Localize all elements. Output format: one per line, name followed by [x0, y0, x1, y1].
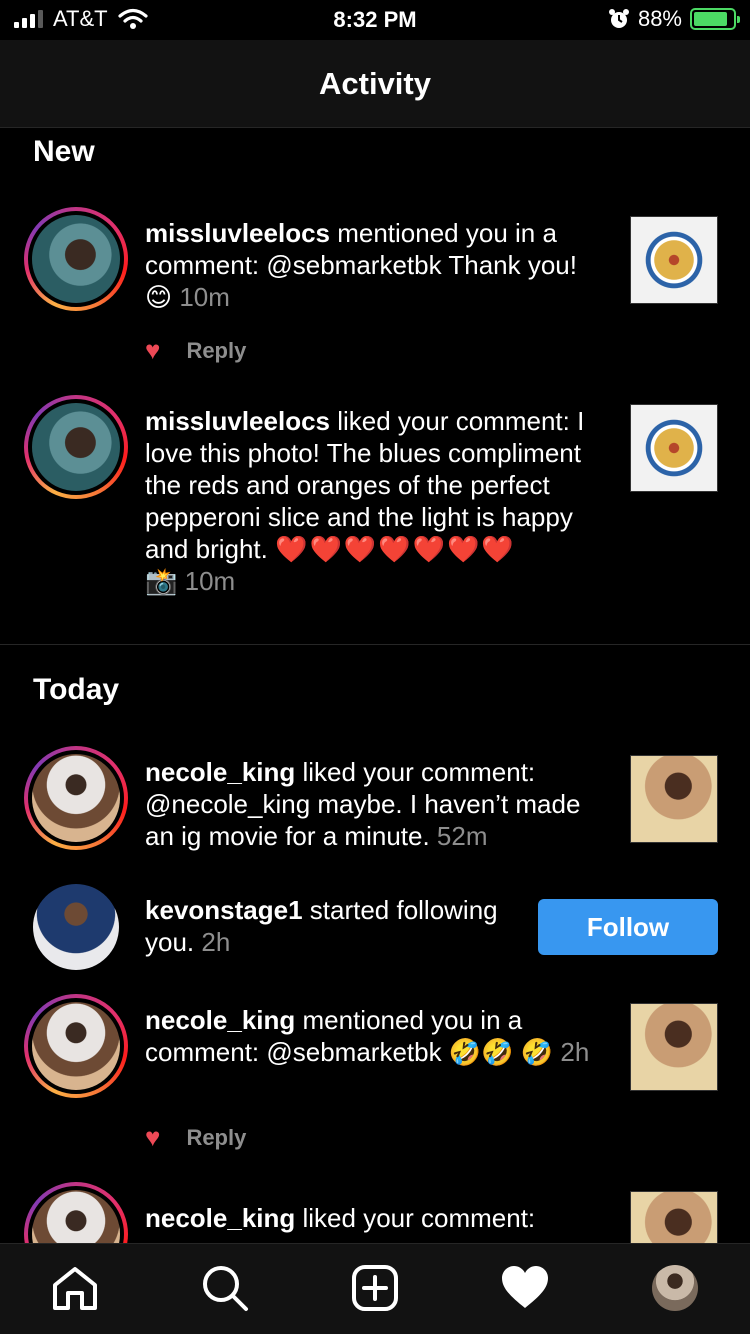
activity-feed[interactable]: New missluvleelocs mentioned you in a co… [0, 129, 750, 1243]
timestamp: 10m [184, 566, 236, 596]
reply-row: ♥ Reply [145, 1122, 246, 1153]
status-right: 88% [608, 6, 740, 32]
hearts-emoji: ❤️❤️❤️❤️❤️❤️❤️ [275, 534, 516, 564]
activity-text: necole_king liked your comment: @necole_… [145, 757, 581, 851]
reply-button[interactable]: Reply [186, 338, 246, 364]
username[interactable]: necole_king [145, 1203, 295, 1233]
home-icon [53, 1267, 97, 1310]
tab-profile[interactable] [649, 1262, 701, 1314]
tab-new-post[interactable] [349, 1262, 401, 1314]
post-thumbnail[interactable] [630, 1003, 718, 1091]
activity-text: kevonstage1 started following you. 2h [145, 895, 498, 957]
post-thumbnail[interactable] [630, 1191, 718, 1243]
section-divider [0, 644, 750, 645]
new-post-icon [352, 1265, 398, 1311]
username[interactable]: necole_king [145, 1005, 295, 1035]
post-thumbnail[interactable] [630, 404, 718, 492]
battery-icon [690, 8, 740, 30]
avatar[interactable] [33, 884, 119, 970]
reply-button[interactable]: Reply [186, 1125, 246, 1151]
section-title-today: Today [33, 673, 120, 706]
post-thumbnail[interactable] [630, 216, 718, 304]
laughing-emoji: 🤣🤣 🤣 [448, 1037, 554, 1067]
camera-emoji: 📸 [145, 566, 178, 596]
post-thumbnail[interactable] [630, 755, 718, 843]
activity-text: necole_king mentioned you in a comment: … [145, 1005, 590, 1067]
tab-search[interactable] [199, 1262, 251, 1314]
section-title-new: New [33, 135, 95, 168]
timestamp: 2h [201, 927, 231, 957]
tab-home[interactable] [49, 1262, 101, 1314]
avatar[interactable] [24, 207, 128, 311]
battery-percent: 88% [637, 6, 682, 31]
search-icon [203, 1266, 248, 1311]
activity-text: necole_king liked your comment: [145, 1203, 536, 1233]
page-title: Activity [319, 66, 431, 101]
username[interactable]: necole_king [145, 757, 295, 787]
tab-bar [0, 1243, 750, 1334]
username[interactable]: missluvleelocs [145, 406, 330, 436]
alarm-icon [608, 9, 629, 28]
avatar[interactable] [24, 746, 128, 850]
status-bar: AT&T 8:32 PM 88% [0, 0, 750, 40]
smile-emoji: 😊 [145, 282, 173, 312]
username[interactable]: missluvleelocs [145, 218, 330, 248]
follow-button[interactable]: Follow [538, 899, 718, 955]
timestamp: 52m [436, 821, 488, 851]
header-bar: Activity [0, 40, 750, 128]
avatar[interactable] [24, 1182, 128, 1243]
avatar[interactable] [24, 395, 128, 499]
avatar[interactable] [24, 994, 128, 1098]
reply-row: ♥ Reply [145, 335, 246, 366]
profile-avatar [652, 1265, 698, 1311]
timestamp: 10m [179, 282, 230, 312]
activity-text: missluvleelocs mentioned you in a commen… [145, 218, 577, 312]
activity-text: missluvleelocs liked your comment: I lov… [145, 406, 585, 596]
like-heart-icon[interactable]: ♥ [145, 335, 160, 366]
username[interactable]: kevonstage1 [145, 895, 303, 925]
heart-icon [502, 1266, 548, 1308]
timestamp: 2h [560, 1037, 590, 1067]
tab-activity[interactable] [499, 1262, 551, 1314]
like-heart-icon[interactable]: ♥ [145, 1122, 160, 1153]
